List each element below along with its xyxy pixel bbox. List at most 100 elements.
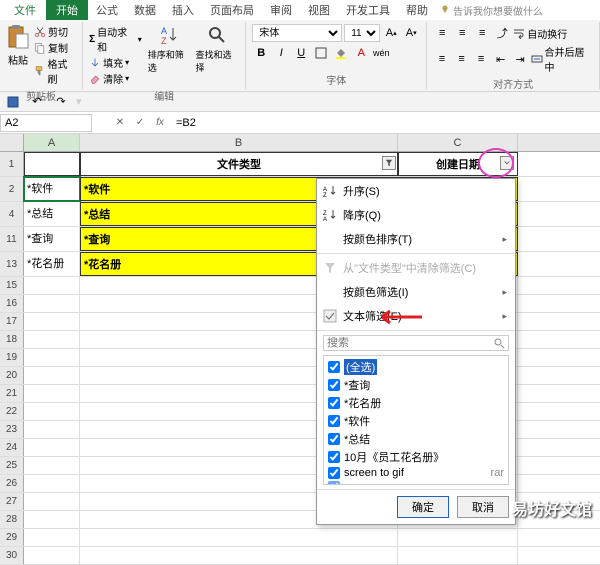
filter-check-item[interactable]: ... <box>326 480 506 485</box>
align-middle-button[interactable]: ≡ <box>453 24 471 42</box>
increase-font-button[interactable]: A▴ <box>382 24 400 42</box>
filter-cancel-button[interactable]: 取消 <box>457 496 509 518</box>
filter-by-color-item[interactable]: 按颜色筛选(I)▸ <box>317 280 515 304</box>
sort-desc-item[interactable]: ZA 降序(Q) <box>317 203 515 227</box>
tab-layout[interactable]: 页面布局 <box>202 0 262 20</box>
sort-by-color-item[interactable]: 按颜色排序(T)▸ <box>317 227 515 251</box>
fx-button[interactable]: fx <box>152 117 168 128</box>
row-header[interactable]: 30 <box>0 547 24 564</box>
cell[interactable] <box>24 403 80 420</box>
fill-color-button[interactable] <box>332 44 350 62</box>
cell[interactable] <box>24 493 80 510</box>
cell[interactable] <box>24 367 80 384</box>
wrap-text-button[interactable]: 自动换行 <box>513 26 567 41</box>
tell-me[interactable]: 告诉我你想要做什么 <box>440 3 543 18</box>
tab-formulas[interactable]: 公式 <box>88 0 126 20</box>
row-header[interactable]: 22 <box>0 403 24 420</box>
row-header[interactable]: 23 <box>0 421 24 438</box>
filter-check-item[interactable]: *软件 <box>326 412 506 430</box>
cell[interactable] <box>24 421 80 438</box>
row-header[interactable]: 17 <box>0 313 24 330</box>
row-header[interactable]: 16 <box>0 295 24 312</box>
align-right-button[interactable]: ≡ <box>472 50 490 68</box>
qat-save-button[interactable] <box>4 93 22 111</box>
sort-filter-button[interactable]: AZ 排序和筛选 <box>148 24 192 86</box>
row-header[interactable]: 29 <box>0 529 24 546</box>
decrease-indent-button[interactable]: ⇤ <box>492 50 510 68</box>
cell[interactable]: *总结 <box>24 202 80 226</box>
align-center-button[interactable]: ≡ <box>453 50 471 68</box>
qat-redo-button[interactable]: ↷ <box>52 93 70 111</box>
row-header[interactable]: 20 <box>0 367 24 384</box>
filter-search-input[interactable] <box>327 337 493 349</box>
cell[interactable] <box>24 439 80 456</box>
format-painter-button[interactable]: 格式刷 <box>34 56 76 86</box>
italic-button[interactable]: I <box>272 44 290 62</box>
tab-help[interactable]: 帮助 <box>398 0 436 20</box>
cell[interactable] <box>24 529 80 546</box>
cancel-formula-button[interactable]: ✕ <box>112 117 128 128</box>
cell[interactable] <box>398 547 518 564</box>
cell[interactable] <box>24 295 80 312</box>
border-button[interactable] <box>312 44 330 62</box>
cell[interactable] <box>398 529 518 546</box>
tab-view[interactable]: 视图 <box>300 0 338 20</box>
enter-formula-button[interactable]: ✓ <box>132 117 148 128</box>
col-header-B[interactable]: B <box>80 134 398 151</box>
cell[interactable]: *软件 <box>24 177 80 201</box>
tab-review[interactable]: 审阅 <box>262 0 300 20</box>
clear-button[interactable]: 清除 ▾ <box>89 71 142 86</box>
cell[interactable] <box>24 475 80 492</box>
filter-check-selectall[interactable]: (全选) <box>326 358 506 376</box>
cell[interactable] <box>24 511 80 528</box>
tab-home[interactable]: 开始 <box>46 0 88 20</box>
sort-asc-item[interactable]: AZ 升序(S) <box>317 179 515 203</box>
align-top-button[interactable]: ≡ <box>433 24 451 42</box>
cell[interactable] <box>24 152 80 176</box>
cell[interactable] <box>24 277 80 294</box>
row-header[interactable]: 25 <box>0 457 24 474</box>
row-header[interactable]: 21 <box>0 385 24 402</box>
filter-dropdown-filetype[interactable] <box>382 156 396 170</box>
select-all-corner[interactable] <box>0 134 24 151</box>
cell[interactable] <box>24 349 80 366</box>
row-header[interactable]: 11 <box>0 227 24 251</box>
filter-check-item[interactable]: 10月《员工花名册》 <box>326 448 506 466</box>
orientation-button[interactable]: ⤴ <box>493 24 511 42</box>
align-bottom-button[interactable]: ≡ <box>473 24 491 42</box>
row-header[interactable]: 13 <box>0 252 24 276</box>
cell[interactable] <box>24 313 80 330</box>
filter-ok-button[interactable]: 确定 <box>397 496 449 518</box>
font-name-select[interactable]: 宋体 <box>252 24 342 42</box>
tab-insert[interactable]: 插入 <box>164 0 202 20</box>
paste-button[interactable]: 粘贴 <box>6 24 30 86</box>
phonetic-button[interactable]: wén <box>372 44 390 62</box>
tab-data[interactable]: 数据 <box>126 0 164 20</box>
cell[interactable] <box>80 529 398 546</box>
filter-check-item[interactable]: *花名册 <box>326 394 506 412</box>
fill-button[interactable]: 填充 ▾ <box>89 55 142 70</box>
merge-center-button[interactable]: 合并后居中 <box>531 44 593 74</box>
filter-search[interactable] <box>323 335 509 351</box>
row-header[interactable]: 27 <box>0 493 24 510</box>
align-left-button[interactable]: ≡ <box>433 50 451 68</box>
row-header[interactable]: 24 <box>0 439 24 456</box>
tab-file[interactable]: 文件 <box>4 0 46 20</box>
row-header[interactable]: 18 <box>0 331 24 348</box>
find-select-button[interactable]: 查找和选择 <box>195 24 239 86</box>
col-header-C[interactable]: C <box>398 134 518 151</box>
row-header[interactable]: 2 <box>0 177 24 201</box>
text-filter-item[interactable]: 文本筛选(E)▸ <box>317 304 515 328</box>
cell[interactable] <box>24 385 80 402</box>
autosum-button[interactable]: Σ 自动求和 ▾ <box>89 24 142 54</box>
filter-dropdown-createdate[interactable] <box>500 156 514 170</box>
cell[interactable]: *查询 <box>24 227 80 251</box>
decrease-font-button[interactable]: A▾ <box>402 24 420 42</box>
row-header[interactable]: 19 <box>0 349 24 366</box>
filter-check-item[interactable]: *总结 <box>326 430 506 448</box>
cell[interactable] <box>24 331 80 348</box>
cut-button[interactable]: 剪切 <box>34 24 76 39</box>
cell[interactable] <box>24 547 80 564</box>
name-box[interactable] <box>0 114 92 132</box>
font-size-select[interactable]: 11 <box>344 24 380 42</box>
